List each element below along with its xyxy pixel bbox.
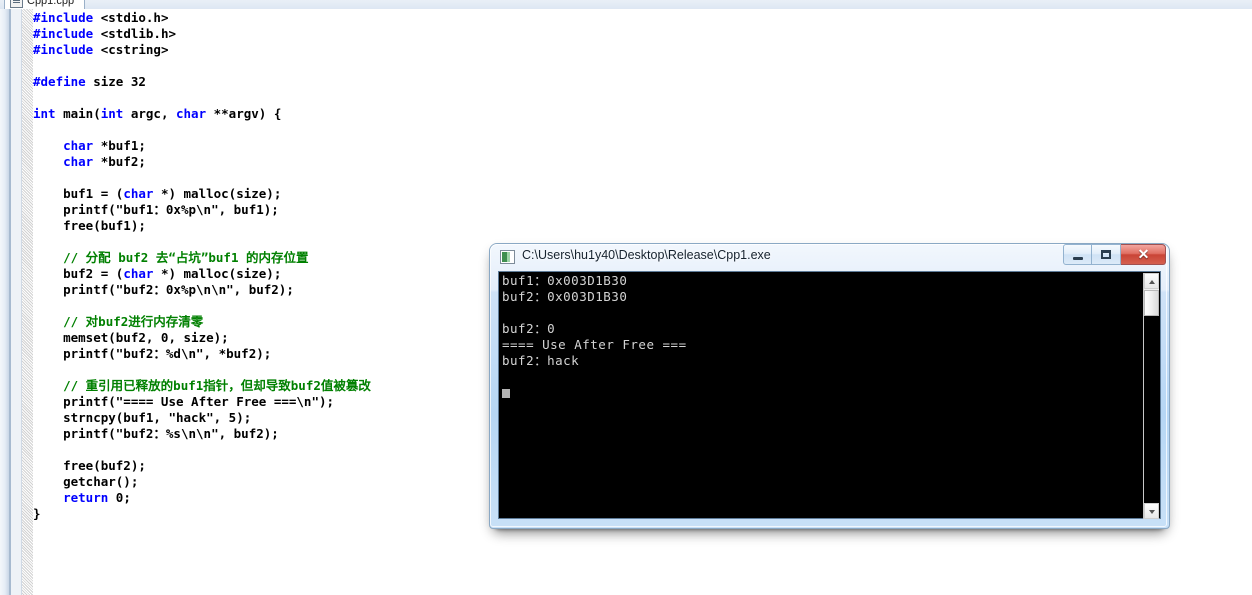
arrow-up-glyph	[1149, 280, 1155, 284]
code-token: char	[176, 106, 207, 121]
file-cpp-icon	[10, 0, 23, 8]
code-token: #include	[33, 10, 94, 25]
code-token: char	[63, 154, 94, 169]
code-token: printf("buf2：0x%p\n\n", buf2);	[33, 282, 294, 297]
code-token: printf("==== Use After Free ===\n");	[33, 394, 335, 409]
code-token: *buf1;	[93, 138, 146, 153]
scrollbar-thumb[interactable]	[1144, 290, 1159, 316]
code-token: size 32	[85, 74, 146, 89]
code-token: printf("buf1：0x%p\n", buf1);	[33, 202, 279, 217]
console-cursor	[502, 389, 510, 398]
console-title-label: C:\Users\hu1y40\Desktop\Release\Cpp1.exe	[522, 248, 771, 262]
code-token: // 分配 buf2 去“占坑”buf1 的内存位置	[33, 250, 309, 265]
code-token: printf("buf2：%d\n", *buf2);	[33, 346, 272, 361]
code-token: *buf2;	[93, 154, 146, 169]
code-token: 0;	[108, 490, 131, 505]
code-token: <stdio.h>	[93, 10, 169, 25]
editor-code-text[interactable]: #include <stdio.h> #include <stdlib.h> #…	[33, 10, 371, 522]
console-scrollbar[interactable]	[1143, 273, 1159, 519]
arrow-down-glyph	[1149, 510, 1155, 514]
editor-tab-label: Cpp1.cpp	[27, 0, 75, 7]
code-token: <stdlib.h>	[93, 26, 177, 41]
code-token: char	[123, 266, 154, 281]
code-token: getchar();	[33, 474, 139, 489]
code-token: return	[63, 490, 109, 505]
console-output-text: buf1：0x003D1B30 buf2：0x003D1B30 buf2：0 =…	[502, 273, 687, 368]
code-token: <cstring>	[93, 42, 169, 57]
code-token: #include	[33, 42, 94, 57]
editor-tab-strip: Cpp1.cpp	[0, 0, 1252, 9]
maximize-restore-button[interactable]	[1092, 244, 1121, 265]
code-token: argc,	[123, 106, 176, 121]
window-controls: ✕	[1063, 244, 1166, 265]
code-token: char	[123, 186, 154, 201]
code-token: *) malloc(size);	[153, 186, 282, 201]
console-app-icon	[500, 250, 515, 264]
minimize-button[interactable]	[1063, 244, 1092, 265]
code-token: int	[33, 106, 56, 121]
close-button[interactable]: ✕	[1121, 244, 1166, 265]
editor-rail-inner	[11, 9, 22, 595]
code-token: int	[100, 106, 124, 121]
code-token: *) malloc(size);	[153, 266, 282, 281]
scroll-up-arrow-icon[interactable]	[1144, 273, 1159, 289]
console-window[interactable]: C:\Users\hu1y40\Desktop\Release\Cpp1.exe…	[489, 243, 1170, 529]
code-token: // 重引用已释放的buf1指针，但却导致buf2值被篡改	[33, 378, 371, 393]
code-token: printf("buf2：%s\n\n", buf2);	[33, 426, 279, 441]
scrollbar-track[interactable]	[1144, 316, 1159, 503]
code-token: #include	[33, 26, 94, 41]
code-token: memset(buf2, 0, size);	[33, 330, 229, 345]
code-token: free(buf2);	[33, 458, 146, 473]
code-token: buf2 = (	[33, 266, 124, 281]
code-token: // 对buf2进行内存清零	[33, 314, 204, 329]
console-output-area[interactable]: buf1：0x003D1B30 buf2：0x003D1B30 buf2：0 =…	[498, 271, 1161, 519]
close-icon: ✕	[1137, 246, 1150, 262]
code-token: free(buf1);	[33, 218, 146, 233]
editor-tab-cpp1[interactable]: Cpp1.cpp	[4, 0, 86, 9]
console-titlebar[interactable]: C:\Users\hu1y40\Desktop\Release\Cpp1.exe…	[489, 243, 1170, 271]
code-token: #define	[33, 74, 86, 89]
code-token: **argv) {	[206, 106, 282, 121]
code-token: strncpy(buf1, "hack", 5);	[33, 410, 252, 425]
code-token: buf1 = (	[33, 186, 124, 201]
scroll-down-arrow-icon[interactable]	[1144, 503, 1159, 519]
code-token: main(	[55, 106, 101, 121]
editor-left-rail	[0, 9, 9, 595]
code-token: char	[63, 138, 94, 153]
code-token: }	[33, 506, 41, 521]
